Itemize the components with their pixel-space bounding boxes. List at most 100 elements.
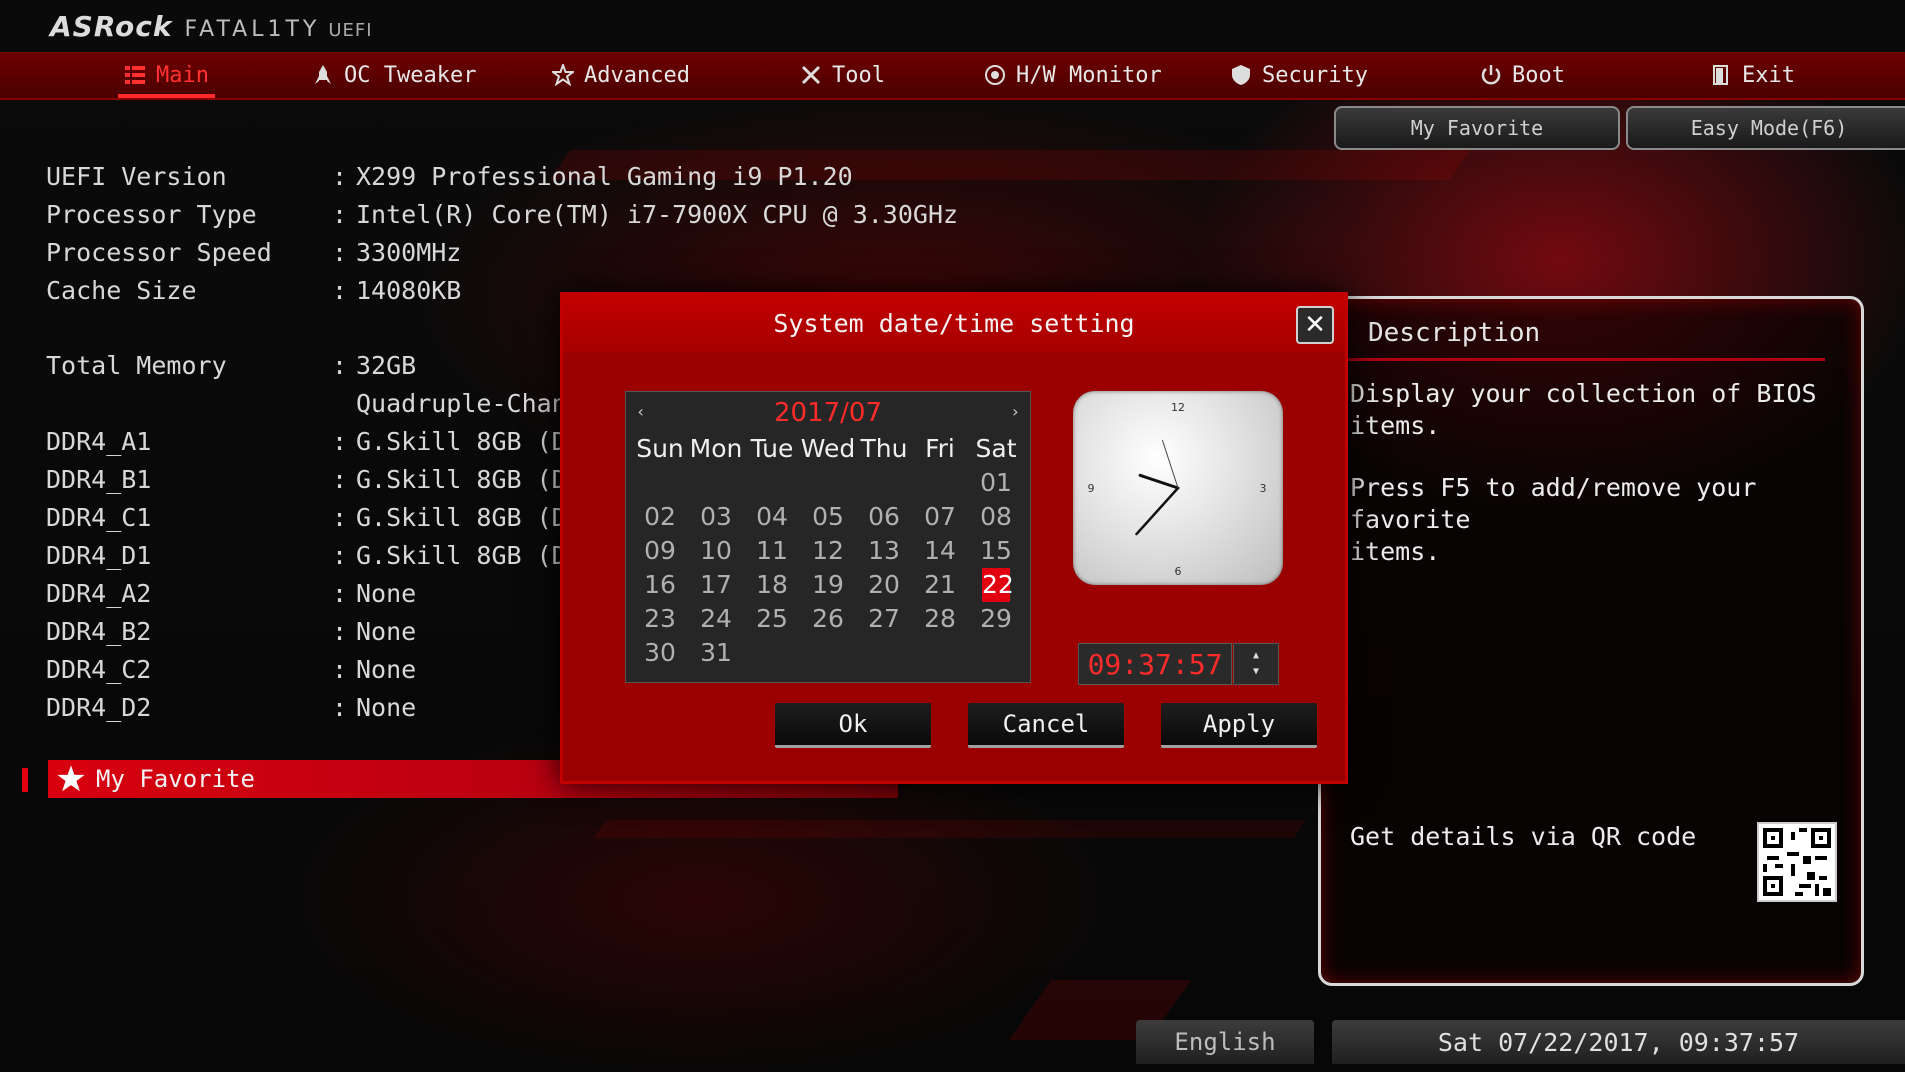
calendar-week-row: 09 10 11 12 13 14 15 (632, 534, 1024, 568)
list-icon (125, 66, 145, 84)
spin-up-icon[interactable]: ▲ (1234, 650, 1278, 661)
info-key: Cache Size (46, 276, 197, 305)
calendar-day[interactable]: 02 (632, 500, 688, 534)
tab-tool[interactable]: Tool (800, 60, 885, 90)
tab-oc-tweaker[interactable]: OC Tweaker (312, 60, 476, 90)
description-title: Description (1368, 318, 1541, 348)
calendar-empty-cell (744, 636, 800, 670)
calendar-day[interactable]: 03 (688, 500, 744, 534)
calendar-day[interactable]: 19 (800, 568, 856, 602)
tab-advanced[interactable]: Advanced (552, 60, 690, 90)
calendar-day[interactable]: 31 (688, 636, 744, 670)
calendar-day[interactable]: 24 (688, 602, 744, 636)
calendar-day[interactable]: 25 (744, 602, 800, 636)
weekday-label: Fri (925, 434, 955, 463)
time-spinner[interactable]: ▲ ▼ (1233, 643, 1279, 685)
tab-security[interactable]: Security (1230, 60, 1368, 90)
hour-hand (1138, 473, 1180, 490)
my-favorite-button[interactable]: My Favorite (1334, 106, 1620, 150)
apply-button[interactable]: Apply (1161, 703, 1317, 748)
calendar-day[interactable]: 17 (688, 568, 744, 602)
spin-down-icon[interactable]: ▼ (1234, 666, 1278, 677)
my-favorite-label: My Favorite (96, 765, 255, 793)
info-value: X299 Professional Gaming i9 P1.20 (356, 162, 853, 191)
dialog-title: System date/time setting (773, 309, 1135, 338)
system-datetime[interactable]: Sat 07/22/2017, 09:37:57 (1332, 1020, 1905, 1064)
tab-label: Security (1262, 62, 1368, 88)
close-button[interactable]: ✕ (1296, 306, 1334, 344)
calendar-day[interactable]: 29 (968, 602, 1024, 636)
analog-clock: 12 3 6 9 (1073, 391, 1283, 585)
info-colon: : (332, 427, 348, 456)
ok-button[interactable]: Ok (775, 703, 931, 748)
calendar-day[interactable]: 04 (744, 500, 800, 534)
calendar-empty-cell (856, 636, 912, 670)
calendar-day[interactable]: 23 (632, 602, 688, 636)
second-hand (1162, 439, 1179, 489)
calendar-day[interactable]: 10 (688, 534, 744, 568)
brand-sub: FATAL1TY (184, 17, 321, 42)
power-icon (1481, 65, 1501, 85)
info-value: 32GB (356, 351, 417, 380)
calendar-day[interactable]: 28 (912, 602, 968, 636)
calendar-day[interactable]: 13 (856, 534, 912, 568)
calendar-day[interactable]: 11 (744, 534, 800, 568)
tab-label: OC Tweaker (344, 62, 477, 88)
calendar-day[interactable]: 27 (856, 602, 912, 636)
language-button[interactable]: English (1136, 1020, 1314, 1064)
calendar-day[interactable]: 26 (800, 602, 856, 636)
calendar-day[interactable]: 06 (856, 500, 912, 534)
calendar-empty-cell (912, 466, 968, 500)
calendar-day[interactable]: 09 (632, 534, 688, 568)
calendar-day[interactable]: 18 (744, 568, 800, 602)
calendar-day[interactable]: 08 (968, 500, 1024, 534)
info-colon: : (332, 200, 348, 229)
calendar-day[interactable]: 12 (800, 534, 856, 568)
info-colon: : (332, 693, 348, 722)
info-key: Processor Speed (46, 238, 272, 267)
calendar-day[interactable]: 01 (968, 466, 1024, 500)
clock-number: 12 (1171, 401, 1185, 414)
brand-logo: ASRock FATAL1TY UEFI (50, 10, 373, 43)
time-input[interactable]: 09:37:57 (1078, 643, 1232, 685)
tab-main[interactable]: Main (118, 60, 215, 98)
info-key: DDR4_B2 (46, 617, 152, 646)
cancel-button[interactable]: Cancel (968, 703, 1124, 748)
calendar-day[interactable]: 16 (632, 568, 688, 602)
info-key: DDR4_A1 (46, 427, 152, 456)
tab-label: H/W Monitor (1016, 62, 1162, 88)
weekday-label: Sun (636, 434, 684, 463)
calendar-day[interactable]: 21 (912, 568, 968, 602)
calendar-empty-cell (912, 636, 968, 670)
calendar-day[interactable]: 15 (968, 534, 1024, 568)
info-key: DDR4_A2 (46, 579, 152, 608)
tab-label: Main (156, 62, 209, 88)
calendar-day[interactable]: 05 (800, 500, 856, 534)
calendar-empty-cell (800, 466, 856, 500)
easy-mode-button[interactable]: Easy Mode(F6) (1626, 106, 1905, 150)
calendar-week-row: 16 17 18 19 20 21 22 (632, 568, 1024, 602)
calendar-day[interactable]: 22 (982, 568, 1014, 602)
tab-label: Exit (1742, 62, 1795, 88)
info-colon: : (332, 655, 348, 684)
tab-label: Boot (1512, 62, 1565, 88)
info-colon: : (332, 617, 348, 646)
info-value: None (356, 579, 417, 608)
calendar-day[interactable]: 14 (912, 534, 968, 568)
calendar-empty-cell (744, 466, 800, 500)
qr-code-icon (1757, 822, 1837, 902)
tab-hw-monitor[interactable]: H/W Monitor (984, 60, 1162, 90)
calendar-weeks: 01 02 03 04 05 06 07 08 09 10 11 12 13 14 15 16 17 18 19 20… (632, 466, 1024, 670)
tab-boot[interactable]: Boot (1480, 60, 1565, 90)
tab-label: Tool (832, 62, 885, 88)
calendar-day[interactable]: 07 (912, 500, 968, 534)
tab-exit[interactable]: Exit (1710, 60, 1795, 90)
info-key: DDR4_D1 (46, 541, 152, 570)
info-key: Processor Type (46, 200, 257, 229)
info-key: UEFI Version (46, 162, 227, 191)
calendar-day[interactable]: 30 (632, 636, 688, 670)
info-key: DDR4_B1 (46, 465, 152, 494)
weekday-label: Mon (689, 434, 743, 463)
minute-hand (1135, 486, 1180, 536)
calendar-day[interactable]: 20 (856, 568, 912, 602)
